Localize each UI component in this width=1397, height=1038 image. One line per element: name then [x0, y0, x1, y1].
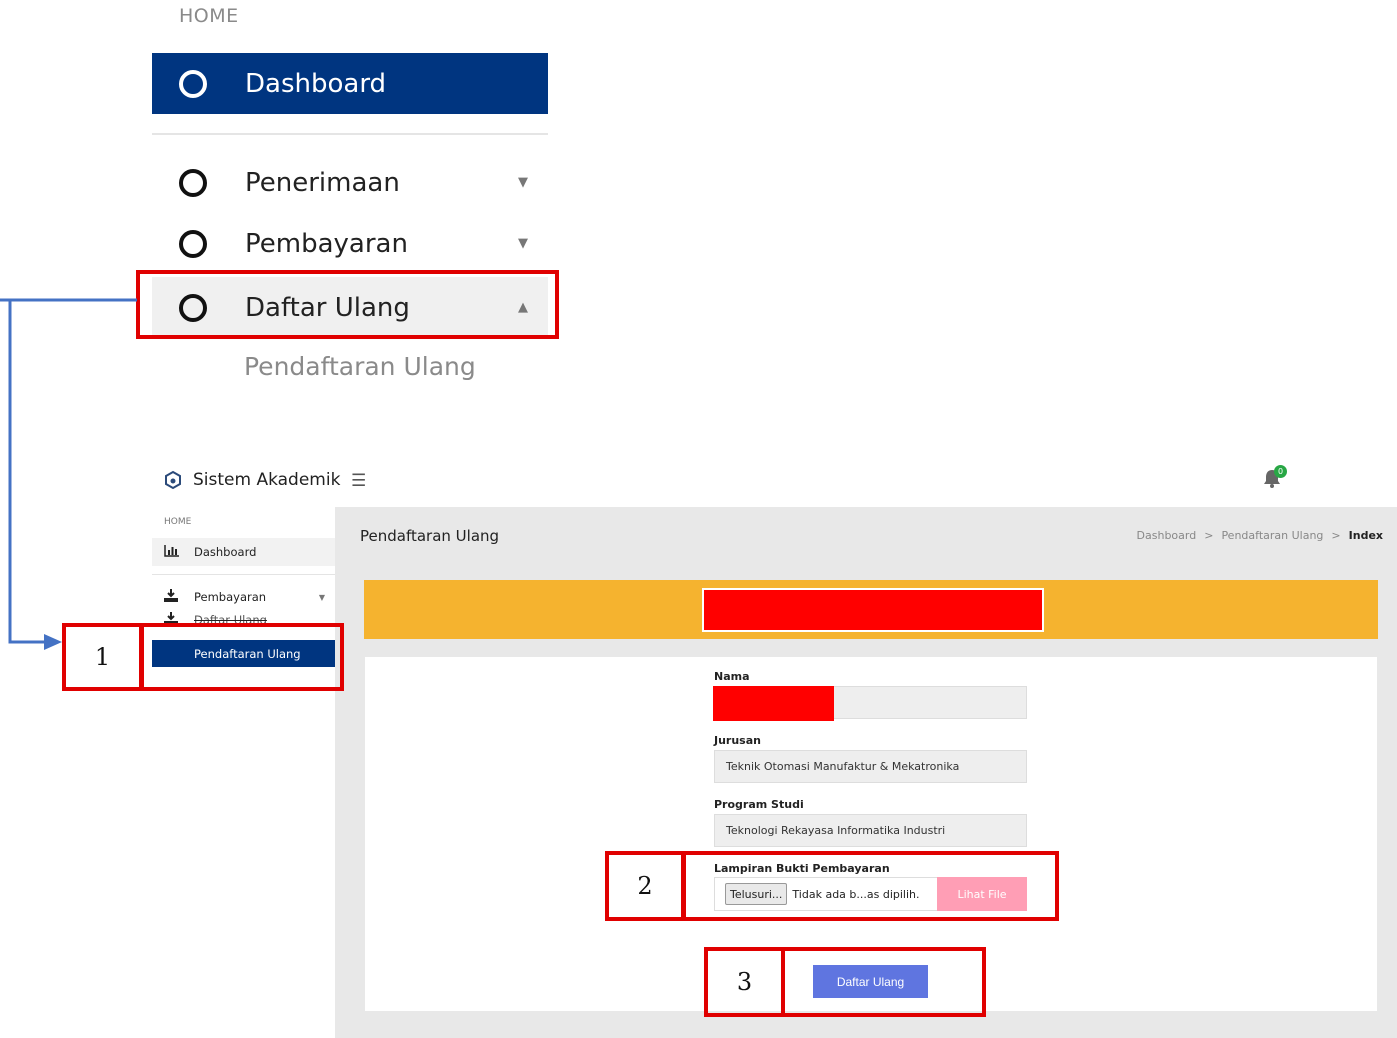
notification-bell[interactable]: 0: [1261, 465, 1287, 491]
circle-icon: [179, 229, 207, 258]
zoom-submenu-pendaftaran-ulang[interactable]: Pendaftaran Ulang: [244, 352, 476, 381]
annotation-box-pendaftaran-ulang: [140, 623, 344, 691]
annotation-arrow-path: [8, 298, 137, 650]
bar-chart-icon: [164, 544, 182, 560]
circle-icon: [179, 168, 207, 197]
breadcrumb-separator: >: [1331, 529, 1341, 542]
zoom-menu-dashboard-label: Dashboard: [245, 68, 387, 99]
annotation-number-box-3: 3: [704, 947, 785, 1017]
download-icon: [164, 589, 182, 605]
annotation-box-daftar-ulang: [136, 270, 559, 339]
zoom-menu-dashboard[interactable]: Dashboard: [152, 53, 548, 114]
zoom-menu-pembayaran[interactable]: Pembayaran ▼: [152, 213, 548, 274]
breadcrumb-item-pendaftaran-ulang[interactable]: Pendaftaran Ulang: [1221, 529, 1323, 542]
breadcrumb-separator: >: [1204, 529, 1214, 542]
breadcrumb: Dashboard > Pendaftaran Ulang > Index: [1137, 529, 1383, 542]
jurusan-label: Jurusan: [714, 734, 761, 747]
zoom-divider: [152, 133, 548, 135]
annotation-number-box-1: 1: [62, 623, 143, 691]
notification-badge: 0: [1274, 465, 1287, 478]
app-title: Sistem Akademik: [193, 470, 341, 490]
jurusan-field[interactable]: Teknik Otomasi Manufaktur & Mekatronika: [714, 750, 1027, 783]
nama-label: Nama: [714, 670, 750, 683]
circle-icon: [179, 69, 207, 98]
breadcrumb-item-index: Index: [1348, 529, 1383, 542]
program-studi-label: Program Studi: [714, 798, 804, 811]
sidebar-section-home: HOME: [164, 517, 192, 527]
sidebar-item-dashboard-label: Dashboard: [194, 545, 257, 559]
redacted-name: [713, 686, 834, 721]
breadcrumb-item-dashboard[interactable]: Dashboard: [1137, 529, 1197, 542]
program-studi-field[interactable]: Teknologi Rekayasa Informatika Industri: [714, 814, 1027, 847]
annotation-box-submit: [781, 947, 986, 1017]
sidebar-item-pembayaran[interactable]: Pembayaran ▼: [152, 583, 335, 611]
app-logo-icon: [165, 470, 181, 490]
sidebar-item-dashboard[interactable]: Dashboard: [152, 538, 335, 566]
sidebar-divider: [152, 574, 335, 575]
zoom-menu-penerimaan-label: Penerimaan: [245, 167, 400, 198]
caret-down-icon: ▼: [318, 592, 325, 602]
annotation-box-file-upload: [682, 851, 1059, 921]
zoom-menu-penerimaan[interactable]: Penerimaan ▼: [152, 152, 548, 213]
caret-down-icon: ▼: [518, 175, 528, 190]
sidebar-item-pembayaran-label: Pembayaran: [194, 590, 267, 604]
zoom-section-home: HOME: [179, 5, 239, 27]
zoom-menu-pembayaran-label: Pembayaran: [245, 228, 408, 259]
redacted-banner-text: [702, 588, 1044, 632]
caret-down-icon: ▼: [518, 236, 528, 251]
annotation-number-box-2: 2: [605, 851, 685, 921]
page-title: Pendaftaran Ulang: [360, 527, 500, 545]
menu-toggle-icon[interactable]: ☰: [351, 471, 366, 491]
